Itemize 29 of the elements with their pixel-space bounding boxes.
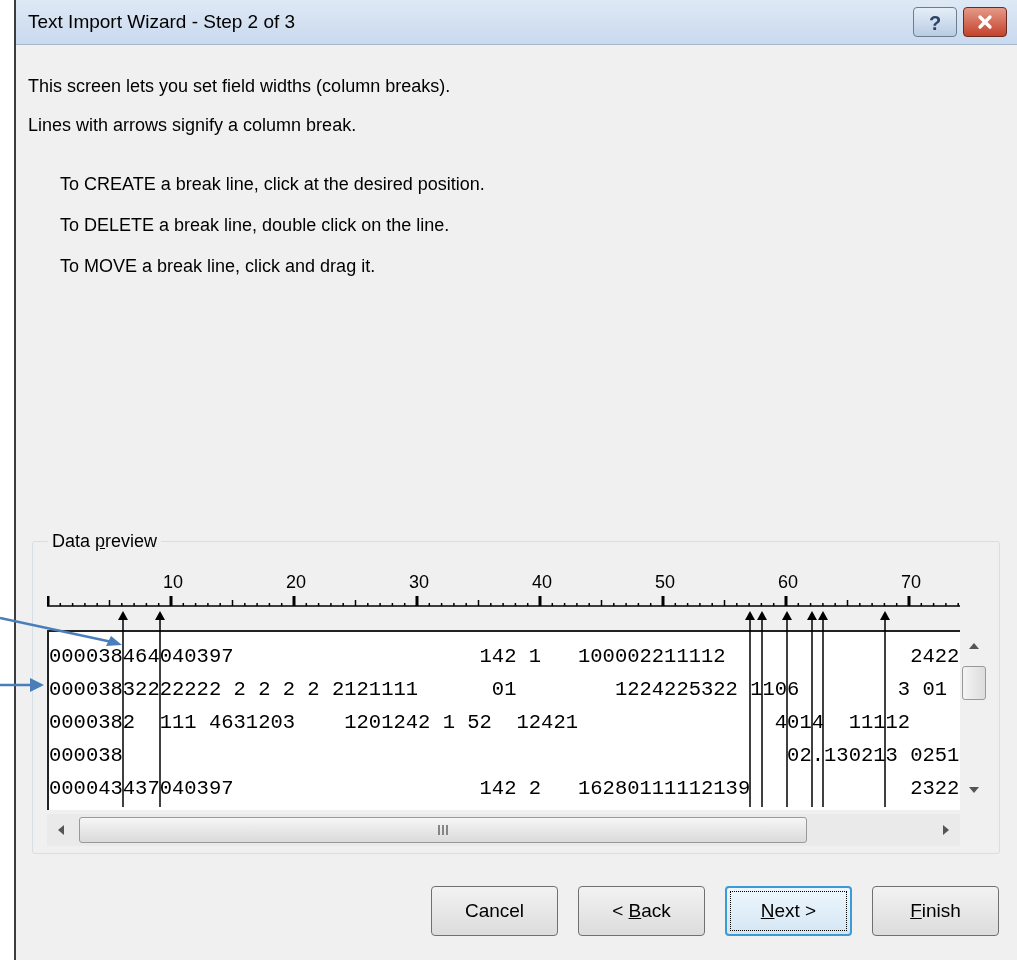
ruler-label: 20 (286, 571, 306, 593)
instruction-text: To MOVE a break line, click and drag it. (60, 255, 377, 278)
scrollbar-thumb[interactable] (79, 817, 807, 843)
window-title: Text Import Wizard - Step 2 of 3 (28, 9, 297, 34)
ruler-label: 70 (901, 571, 921, 593)
instruction-text: To DELETE a break line, double click on the line. (60, 214, 451, 237)
dialog-button[interactable]: Next > (725, 886, 852, 936)
instruction-text: To CREATE a break line, click at the desired position. (60, 173, 486, 196)
scroll-right-icon[interactable] (942, 824, 950, 836)
close-icon (975, 12, 995, 32)
scroll-up-icon[interactable] (967, 642, 980, 650)
grip-icon (438, 825, 448, 835)
ruler-label: 40 (532, 571, 552, 593)
dialog-button[interactable]: Finish (872, 886, 999, 936)
scroll-down-icon[interactable] (967, 786, 980, 794)
scrollbar-thumb[interactable] (961, 666, 986, 700)
scroll-left-icon[interactable] (57, 824, 65, 836)
ruler-label: 10 (163, 571, 183, 593)
close-button[interactable] (963, 7, 1007, 37)
help-button[interactable]: ? (913, 7, 957, 37)
intro-text: This screen lets you set field widths (column breaks). (28, 75, 452, 98)
ruler-label: 60 (778, 571, 798, 593)
horizontal-scrollbar[interactable] (47, 814, 960, 846)
dialog-button[interactable]: < Back (578, 886, 705, 936)
ruler-label: 50 (655, 571, 675, 593)
dialog-button[interactable]: Cancel (431, 886, 558, 936)
ruler-label: 30 (409, 571, 429, 593)
intro-text: Lines with arrows signify a column break. (28, 114, 358, 137)
data-preview-label: Data preview (51, 530, 159, 553)
